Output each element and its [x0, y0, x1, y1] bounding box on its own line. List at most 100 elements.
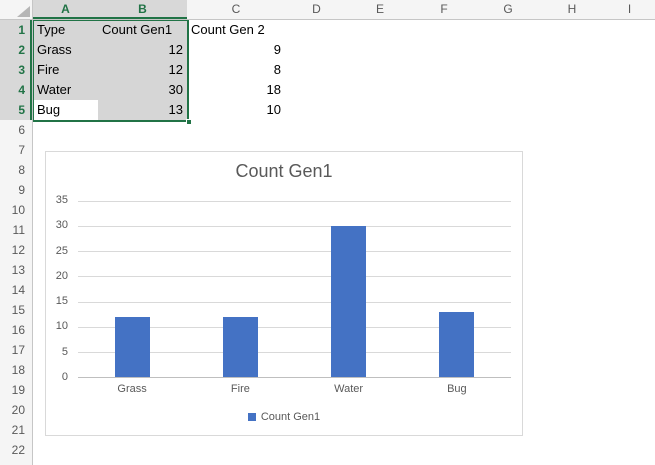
cell-A23[interactable] — [33, 460, 99, 465]
cell-D23[interactable] — [285, 460, 349, 465]
cell-E22[interactable] — [348, 440, 413, 461]
cell-D6[interactable] — [285, 120, 349, 141]
cell-H5[interactable] — [540, 100, 605, 121]
bar-Bug[interactable] — [439, 312, 474, 378]
cell-F6[interactable] — [412, 120, 477, 141]
cell-I12[interactable] — [604, 240, 655, 261]
cell-F22[interactable] — [412, 440, 477, 461]
cell-D22[interactable] — [285, 440, 349, 461]
cell-H19[interactable] — [540, 380, 605, 401]
row-header-13[interactable]: 13 — [0, 260, 33, 281]
cell-C23[interactable] — [187, 460, 286, 465]
row-header-12[interactable]: 12 — [0, 240, 33, 261]
cell-I23[interactable] — [604, 460, 655, 465]
cell-G2[interactable] — [476, 40, 541, 61]
row-header-5[interactable]: 5 — [0, 100, 33, 121]
cell-G3[interactable] — [476, 60, 541, 81]
cell-H7[interactable] — [540, 140, 605, 161]
fill-handle[interactable] — [186, 119, 192, 125]
cell-A2[interactable]: Grass — [33, 40, 99, 61]
cell-F5[interactable] — [412, 100, 477, 121]
cell-H12[interactable] — [540, 240, 605, 261]
cell-A4[interactable]: Water — [33, 80, 99, 101]
cell-I2[interactable] — [604, 40, 655, 61]
cell-I10[interactable] — [604, 200, 655, 221]
bar-Fire[interactable] — [223, 317, 258, 378]
cell-I16[interactable] — [604, 320, 655, 341]
cell-B3[interactable]: 12 — [98, 60, 188, 81]
cell-E2[interactable] — [348, 40, 413, 61]
cell-I4[interactable] — [604, 80, 655, 101]
row-header-4[interactable]: 4 — [0, 80, 33, 101]
column-header-D[interactable]: D — [285, 0, 349, 20]
cell-I11[interactable] — [604, 220, 655, 241]
cell-H11[interactable] — [540, 220, 605, 241]
cell-A6[interactable] — [33, 120, 99, 141]
column-header-G[interactable]: G — [476, 0, 541, 20]
column-header-H[interactable]: H — [540, 0, 605, 20]
cell-I8[interactable] — [604, 160, 655, 181]
cell-B4[interactable]: 30 — [98, 80, 188, 101]
cell-B22[interactable] — [98, 440, 188, 461]
cell-G5[interactable] — [476, 100, 541, 121]
row-header-8[interactable]: 8 — [0, 160, 33, 181]
cell-C1[interactable]: Count Gen 2 — [187, 20, 286, 41]
cell-I22[interactable] — [604, 440, 655, 461]
cell-I21[interactable] — [604, 420, 655, 441]
cell-D1[interactable] — [285, 20, 349, 41]
cell-D5[interactable] — [285, 100, 349, 121]
row-header-11[interactable]: 11 — [0, 220, 33, 241]
cell-I9[interactable] — [604, 180, 655, 201]
cell-E3[interactable] — [348, 60, 413, 81]
row-header-9[interactable]: 9 — [0, 180, 33, 201]
cell-I17[interactable] — [604, 340, 655, 361]
row-header-15[interactable]: 15 — [0, 300, 33, 321]
cell-H4[interactable] — [540, 80, 605, 101]
cell-B5[interactable]: 13 — [98, 100, 188, 121]
cell-D3[interactable] — [285, 60, 349, 81]
chart-legend[interactable]: Count Gen1 — [46, 411, 522, 423]
cell-H13[interactable] — [540, 260, 605, 281]
cell-H10[interactable] — [540, 200, 605, 221]
row-header-21[interactable]: 21 — [0, 420, 33, 441]
cell-E4[interactable] — [348, 80, 413, 101]
cell-A5[interactable]: Bug — [33, 100, 99, 121]
select-all-button[interactable] — [0, 0, 33, 20]
row-header-2[interactable]: 2 — [0, 40, 33, 61]
row-header-20[interactable]: 20 — [0, 400, 33, 421]
cell-H9[interactable] — [540, 180, 605, 201]
row-header-3[interactable]: 3 — [0, 60, 33, 81]
cell-F1[interactable] — [412, 20, 477, 41]
column-header-F[interactable]: F — [412, 0, 477, 20]
cell-F2[interactable] — [412, 40, 477, 61]
cell-H15[interactable] — [540, 300, 605, 321]
cell-I15[interactable] — [604, 300, 655, 321]
cell-I20[interactable] — [604, 400, 655, 421]
row-header-14[interactable]: 14 — [0, 280, 33, 301]
chart-title[interactable]: Count Gen1 — [46, 161, 522, 182]
cell-I6[interactable] — [604, 120, 655, 141]
cell-B2[interactable]: 12 — [98, 40, 188, 61]
cell-I19[interactable] — [604, 380, 655, 401]
cell-C5[interactable]: 10 — [187, 100, 286, 121]
cell-A1[interactable]: Type — [33, 20, 99, 41]
cell-G4[interactable] — [476, 80, 541, 101]
row-header-17[interactable]: 17 — [0, 340, 33, 361]
cell-C22[interactable] — [187, 440, 286, 461]
cell-F3[interactable] — [412, 60, 477, 81]
bar-Grass[interactable] — [115, 317, 150, 378]
cell-F23[interactable] — [412, 460, 477, 465]
cell-I3[interactable] — [604, 60, 655, 81]
cell-H22[interactable] — [540, 440, 605, 461]
cell-H21[interactable] — [540, 420, 605, 441]
row-header-19[interactable]: 19 — [0, 380, 33, 401]
row-header-10[interactable]: 10 — [0, 200, 33, 221]
cell-B6[interactable] — [98, 120, 188, 141]
cell-A3[interactable]: Fire — [33, 60, 99, 81]
cell-H14[interactable] — [540, 280, 605, 301]
cell-H6[interactable] — [540, 120, 605, 141]
cell-I18[interactable] — [604, 360, 655, 381]
cell-I1[interactable] — [604, 20, 655, 41]
cell-C4[interactable]: 18 — [187, 80, 286, 101]
row-header-1[interactable]: 1 — [0, 20, 33, 41]
